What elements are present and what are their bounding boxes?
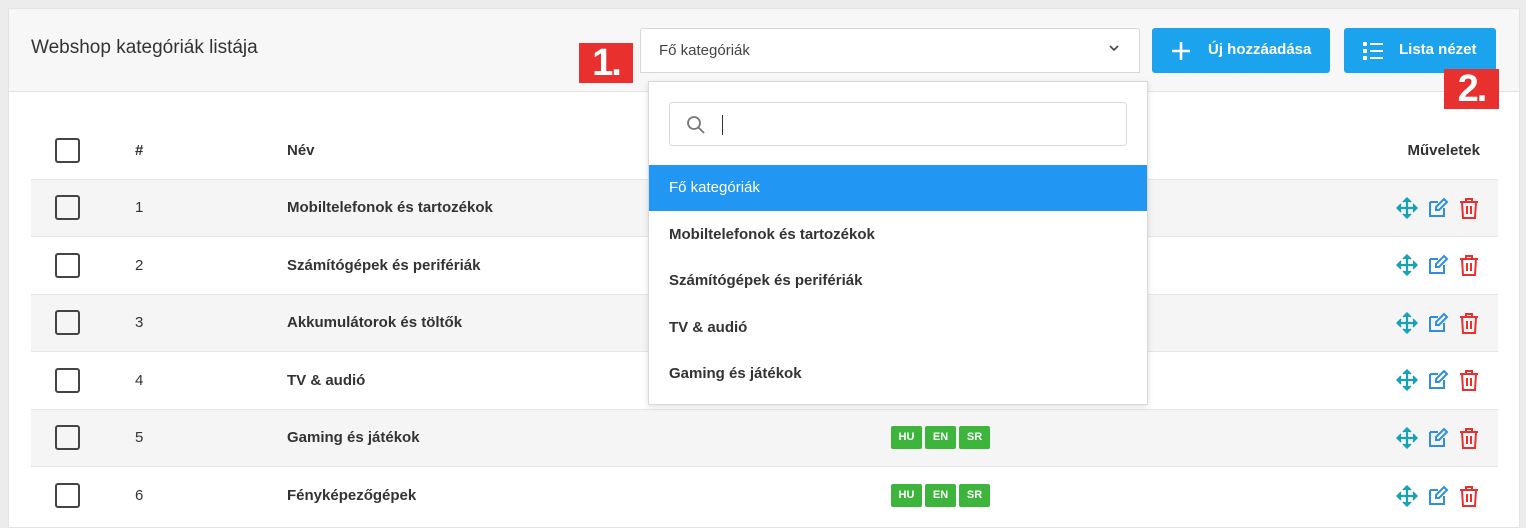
- list-icon: [1363, 42, 1383, 60]
- add-new-button[interactable]: Új hozzáadása: [1152, 28, 1330, 73]
- select-all-checkbox[interactable]: [55, 137, 80, 163]
- move-icon[interactable]: [1395, 484, 1418, 507]
- list-view-label: Lista nézet: [1399, 41, 1477, 58]
- page-title: Webshop kategóriák listája: [31, 37, 258, 58]
- add-new-label: Új hozzáadása: [1208, 41, 1312, 58]
- edit-icon[interactable]: [1427, 427, 1449, 449]
- column-actions: Műveletek: [1407, 141, 1480, 159]
- row-name: Gaming és játékok: [287, 408, 891, 467]
- table-row: 5 Gaming és játékok HU EN SR: [31, 408, 1498, 467]
- language-badge: HU: [891, 426, 922, 450]
- move-icon[interactable]: [1395, 369, 1418, 392]
- row-number: 6: [131, 466, 287, 524]
- dropdown-option[interactable]: Számítógépek és perifériák: [649, 258, 1147, 304]
- text-cursor: [722, 115, 723, 135]
- trash-icon[interactable]: [1458, 427, 1480, 449]
- language-badge: EN: [925, 484, 956, 507]
- move-icon[interactable]: [1395, 311, 1418, 334]
- dropdown-option[interactable]: Gaming és játékok: [649, 351, 1147, 397]
- trash-icon[interactable]: [1458, 485, 1480, 507]
- row-checkbox[interactable]: [55, 252, 80, 278]
- language-badge: SR: [959, 426, 990, 450]
- row-checkbox[interactable]: [55, 367, 80, 393]
- category-dropdown: Fő kategóriák Mobiltelefonok és tartozéko…: [648, 81, 1148, 405]
- row-actions: [1186, 351, 1498, 409]
- category-card: Webshop kategóriák listája Fő kategóriák…: [8, 8, 1520, 528]
- list-view-button[interactable]: Lista nézet: [1344, 28, 1496, 73]
- trash-icon[interactable]: [1458, 312, 1480, 334]
- row-languages: HU EN SR: [891, 408, 1187, 467]
- row-checkbox[interactable]: [55, 310, 80, 336]
- plus-icon: [1172, 42, 1190, 60]
- annotation-marker-1: 1.: [579, 43, 633, 83]
- annotation-marker-2: 2.: [1444, 69, 1499, 109]
- row-checkbox[interactable]: [55, 195, 80, 221]
- row-number: 2: [131, 236, 287, 294]
- dropdown-option[interactable]: Mobiltelefonok és tartozékok: [649, 212, 1147, 258]
- row-actions: [1186, 466, 1498, 524]
- row-actions: [1186, 236, 1498, 294]
- trash-icon[interactable]: [1458, 369, 1480, 392]
- row-checkbox[interactable]: [55, 425, 80, 451]
- edit-icon[interactable]: [1427, 485, 1449, 507]
- row-actions: [1186, 408, 1498, 467]
- row-actions: [1186, 293, 1498, 352]
- column-number: #: [135, 141, 144, 159]
- table-row: 6 Fényképezőgépek HU EN SR: [31, 466, 1498, 524]
- dropdown-option[interactable]: TV & audió: [649, 305, 1147, 351]
- dropdown-search-input[interactable]: [669, 102, 1127, 146]
- row-checkbox[interactable]: [55, 483, 80, 508]
- edit-icon[interactable]: [1427, 254, 1449, 276]
- move-icon[interactable]: [1395, 254, 1418, 277]
- edit-icon[interactable]: [1427, 197, 1449, 219]
- row-actions: [1186, 178, 1498, 237]
- row-number: 4: [131, 351, 287, 409]
- edit-icon[interactable]: [1427, 312, 1449, 334]
- category-select[interactable]: Fő kategóriák: [640, 28, 1140, 73]
- row-number: 3: [131, 293, 287, 352]
- row-number: 5: [131, 408, 287, 467]
- search-icon: [687, 116, 705, 134]
- card-header: Webshop kategóriák listája Fő kategóriák…: [9, 9, 1519, 92]
- trash-icon[interactable]: [1458, 197, 1480, 219]
- language-badge: EN: [925, 426, 956, 450]
- edit-icon[interactable]: [1427, 369, 1449, 391]
- move-icon[interactable]: [1395, 196, 1418, 219]
- dropdown-option[interactable]: Fő kategóriák: [649, 165, 1147, 211]
- chevron-down-icon: [1109, 45, 1119, 52]
- language-badge: SR: [959, 484, 990, 507]
- language-badge: HU: [891, 484, 922, 507]
- trash-icon[interactable]: [1458, 254, 1480, 277]
- row-number: 1: [131, 178, 287, 237]
- move-icon[interactable]: [1395, 426, 1418, 449]
- category-select-value: Fő kategóriák: [659, 42, 750, 59]
- row-name: Fényképezőgépek: [287, 466, 891, 524]
- row-languages: HU EN SR: [891, 466, 1187, 524]
